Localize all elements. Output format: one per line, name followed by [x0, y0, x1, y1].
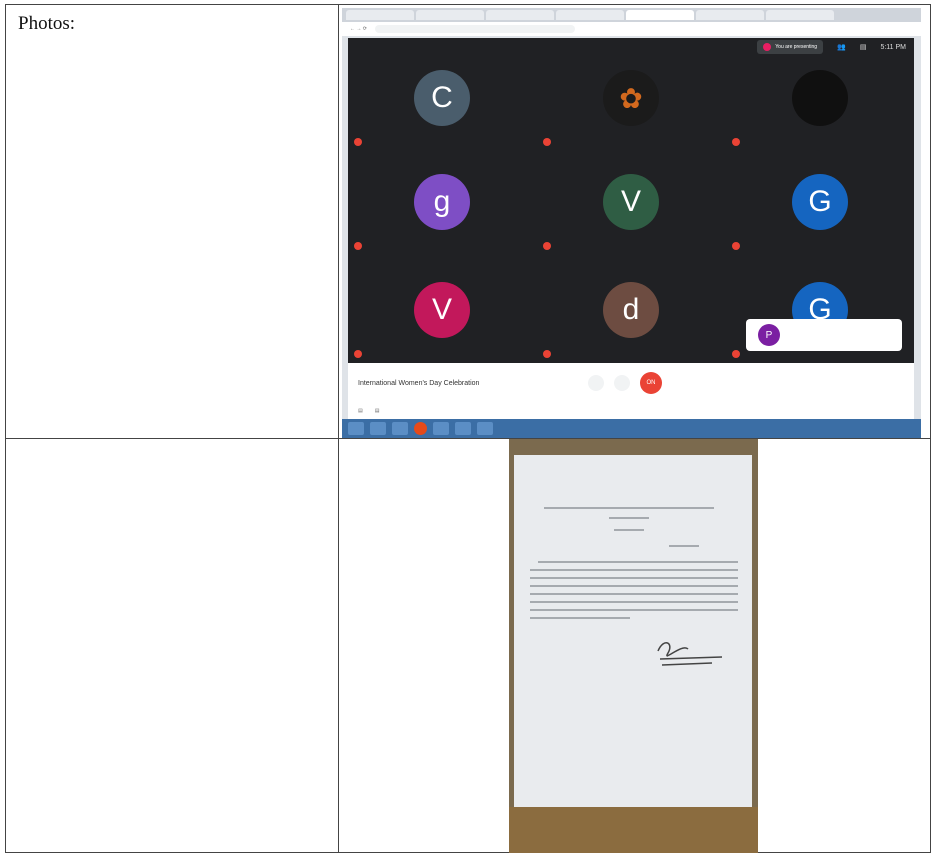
participant-tile: G	[726, 168, 914, 268]
participant-tile: d	[537, 276, 725, 376]
browser-tab	[416, 10, 484, 20]
participant-tile: C	[348, 64, 536, 164]
participant-name-row	[354, 138, 362, 146]
chrome-icon	[414, 422, 427, 435]
meet-topbar: You are presenting 👥 ▤ 5:11 PM	[757, 40, 906, 54]
mic-muted-icon	[732, 138, 740, 146]
taskbar-app-icon	[370, 422, 386, 435]
participant-name-row	[732, 242, 740, 250]
notice-paper	[514, 455, 752, 815]
text-line	[614, 529, 644, 531]
column-divider	[338, 5, 339, 852]
participant-avatar: C	[414, 70, 470, 126]
meeting-screenshot: ← → ⟳ You are presenting 👥 ▤ 5:11 PM C ✿	[342, 8, 921, 438]
participant-tile: g	[348, 168, 536, 268]
floor-surface	[509, 807, 758, 853]
text-line	[530, 609, 738, 611]
taskbar-app-icon	[433, 422, 449, 435]
text-line	[530, 601, 738, 603]
flower-photo-icon: ✿	[619, 82, 643, 114]
browser-tabs	[342, 8, 921, 22]
downloads-bar: ▤ ▤	[348, 403, 914, 419]
signature-icon	[657, 642, 723, 666]
row-divider	[6, 438, 930, 439]
mic-muted-icon	[354, 242, 362, 250]
participant-name-row	[732, 350, 740, 358]
participant-name-row	[354, 350, 362, 358]
text-line	[530, 585, 738, 587]
photos-label: Photos:	[18, 13, 76, 34]
address-bar: ← → ⟳	[342, 22, 921, 36]
browser-tab	[556, 10, 624, 20]
popup-avatar: P	[758, 324, 780, 346]
participant-name-row	[543, 138, 551, 146]
download-item-icon: ▤	[374, 408, 380, 414]
participant-name-row	[543, 350, 551, 358]
browser-tab	[766, 10, 834, 20]
meet-window: You are presenting 👥 ▤ 5:11 PM C ✿ g V G…	[348, 38, 914, 363]
taskbar-app-icon	[477, 422, 493, 435]
participant-name-row	[354, 242, 362, 250]
participant-avatar	[792, 70, 848, 126]
mic-button	[588, 375, 604, 391]
more-options-button	[614, 375, 630, 391]
nav-arrows-icon: ← → ⟳	[350, 26, 367, 32]
browser-tab	[696, 10, 764, 20]
participant-tile: ✿	[537, 64, 725, 164]
text-line	[530, 569, 738, 571]
start-icon	[348, 422, 364, 435]
text-line	[544, 507, 714, 509]
text-line	[530, 617, 630, 619]
mic-muted-icon	[732, 350, 740, 358]
download-item-icon: ▤	[358, 408, 363, 414]
taskbar-app-icon	[392, 422, 408, 435]
text-line	[530, 577, 738, 579]
participant-name-row	[732, 138, 740, 146]
text-line	[538, 561, 738, 563]
presenter-popup: P	[746, 319, 902, 351]
presenter-dot-icon	[763, 43, 772, 51]
participant-tile: V	[537, 168, 725, 268]
mic-muted-icon	[543, 350, 551, 358]
mic-muted-icon	[543, 242, 551, 250]
participant-avatar: g	[414, 174, 470, 230]
mic-muted-icon	[354, 350, 362, 358]
presenting-text: You are presenting	[775, 44, 818, 50]
chat-icon: ▤	[859, 44, 867, 51]
meet-time: 5:11 PM	[880, 43, 906, 51]
text-line	[530, 593, 738, 595]
document-photo	[509, 439, 758, 853]
taskbar-app-icon	[455, 422, 471, 435]
participant-name-row	[543, 242, 551, 250]
participant-tile: V	[348, 276, 536, 376]
participant-avatar: G	[792, 174, 848, 230]
meet-controls-bar: International Women's Day Celebration ON	[348, 363, 914, 403]
participant-avatar: ✿	[603, 70, 659, 126]
url-field	[374, 25, 575, 33]
participant-tile	[726, 64, 914, 164]
text-line	[609, 517, 649, 519]
people-icon: 👥	[837, 44, 846, 51]
participant-avatar: V	[603, 174, 659, 230]
browser-tab	[486, 10, 554, 20]
windows-taskbar	[342, 419, 921, 438]
end-call-button: ON	[640, 372, 662, 394]
mic-muted-icon	[543, 138, 551, 146]
participant-avatar: d	[603, 282, 659, 338]
participant-avatar: V	[414, 282, 470, 338]
mic-muted-icon	[354, 138, 362, 146]
meeting-title: International Women's Day Celebration	[358, 379, 480, 387]
browser-tab-active	[626, 10, 694, 20]
mic-muted-icon	[732, 242, 740, 250]
text-line	[669, 545, 699, 547]
presenting-badge: You are presenting	[757, 40, 824, 54]
browser-tab	[346, 10, 414, 20]
